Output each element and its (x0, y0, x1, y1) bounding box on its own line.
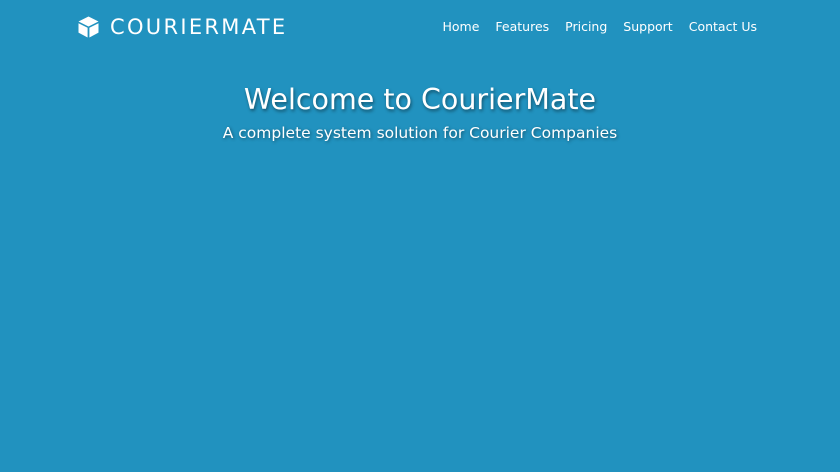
brand-logo-link[interactable]: COURIERMATE (78, 14, 287, 40)
nav-link-support[interactable]: Support (623, 18, 672, 36)
main-nav: Home Features Pricing Support Contact Us (442, 18, 757, 36)
nav-link-home[interactable]: Home (442, 18, 479, 36)
hero-title: Welcome to CourierMate (243, 83, 597, 116)
brand-name: COURIERMATE (110, 15, 288, 39)
hero-section: Welcome to CourierMate A complete system… (0, 80, 840, 144)
nav-link-pricing[interactable]: Pricing (565, 18, 607, 36)
nav-link-contact-us[interactable]: Contact Us (689, 18, 757, 36)
top-navbar: COURIERMATE Home Features Pricing Suppor… (0, 0, 840, 54)
nav-link-features[interactable]: Features (495, 18, 549, 36)
cube-icon (78, 16, 99, 38)
hero-subtitle: A complete system solution for Courier C… (222, 124, 618, 142)
